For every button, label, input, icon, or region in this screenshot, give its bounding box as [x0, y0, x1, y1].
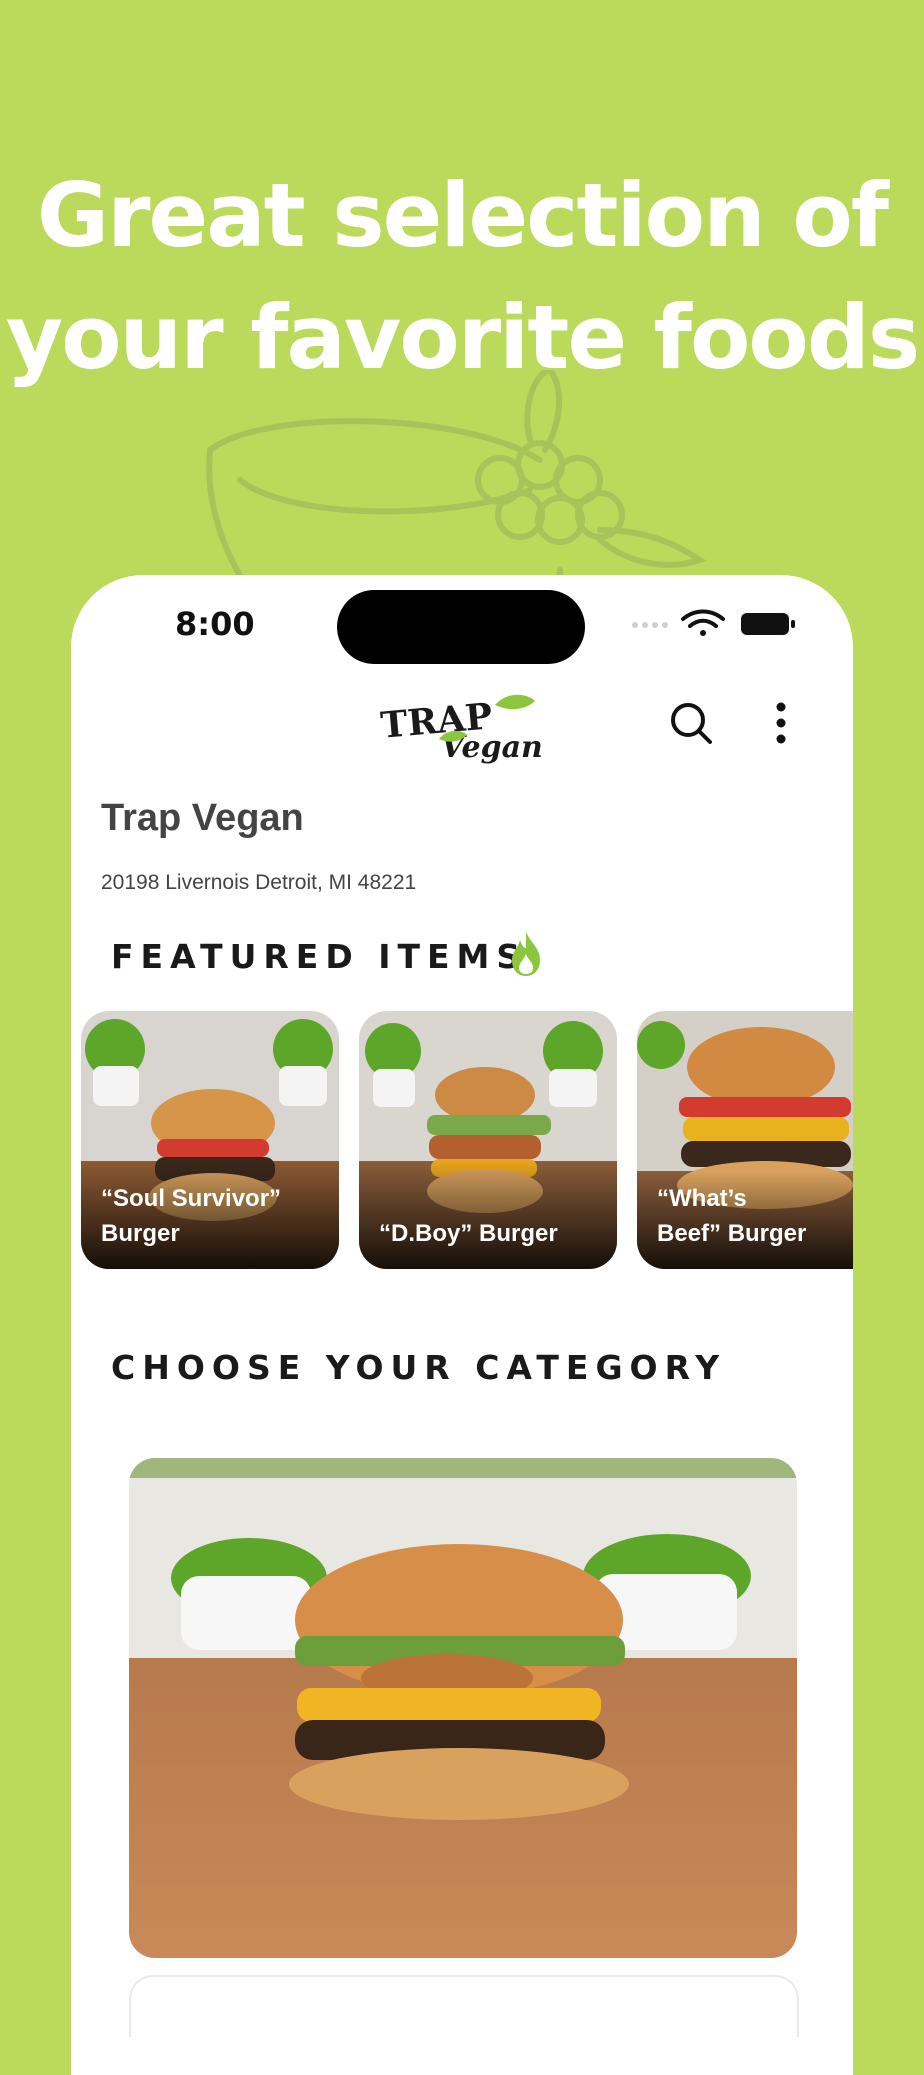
more-vertical-icon	[776, 702, 786, 744]
search-button[interactable]	[661, 693, 721, 753]
category-card-next[interactable]	[129, 1975, 799, 2037]
choose-category-title: CHOOSE YOUR CATEGORY	[111, 1348, 727, 1387]
featured-item-card[interactable]: “D.Boy” Burger	[359, 1011, 617, 1269]
featured-item-label: “What’s Beef” Burger	[657, 1185, 807, 1247]
battery-icon	[741, 613, 795, 635]
restaurant-address: 20198 Livernois Detroit, MI 48221	[101, 871, 417, 894]
category-burger-photo	[129, 1458, 797, 1958]
more-options-button[interactable]	[761, 693, 801, 753]
featured-item-card[interactable]: “Soul Survivor” Burger	[81, 1011, 339, 1269]
featured-item-card[interactable]: “What’s Beef” Burger	[637, 1011, 853, 1269]
flame-icon	[512, 932, 540, 976]
featured-items-carousel[interactable]: “Soul Survivor” Burger “D.Boy” Burger “W…	[81, 1011, 853, 1271]
search-icon	[671, 703, 712, 744]
headline-line-1: Great selection of	[36, 164, 889, 267]
status-icons	[632, 609, 795, 636]
featured-item-label: “D.Boy” Burger	[379, 1220, 558, 1247]
category-card[interactable]	[129, 1458, 797, 1958]
restaurant-name: Trap Vegan	[101, 797, 304, 839]
featured-items-title: FEATURED ITEMS	[111, 937, 528, 976]
dynamic-island	[337, 590, 585, 664]
wifi-icon	[681, 609, 725, 636]
trap-vegan-logo: TRAP Vegan	[379, 694, 543, 765]
status-time: 8:00	[175, 605, 255, 643]
promo-headline: Great selection of your favorite foods	[0, 155, 924, 399]
phone-frame: 8:00 TRAP Vegan Trap Vegan 20198 Liverno…	[71, 575, 853, 2075]
featured-item-label: “Soul Survivor” Burger	[101, 1185, 282, 1247]
signal-icon	[632, 622, 668, 628]
